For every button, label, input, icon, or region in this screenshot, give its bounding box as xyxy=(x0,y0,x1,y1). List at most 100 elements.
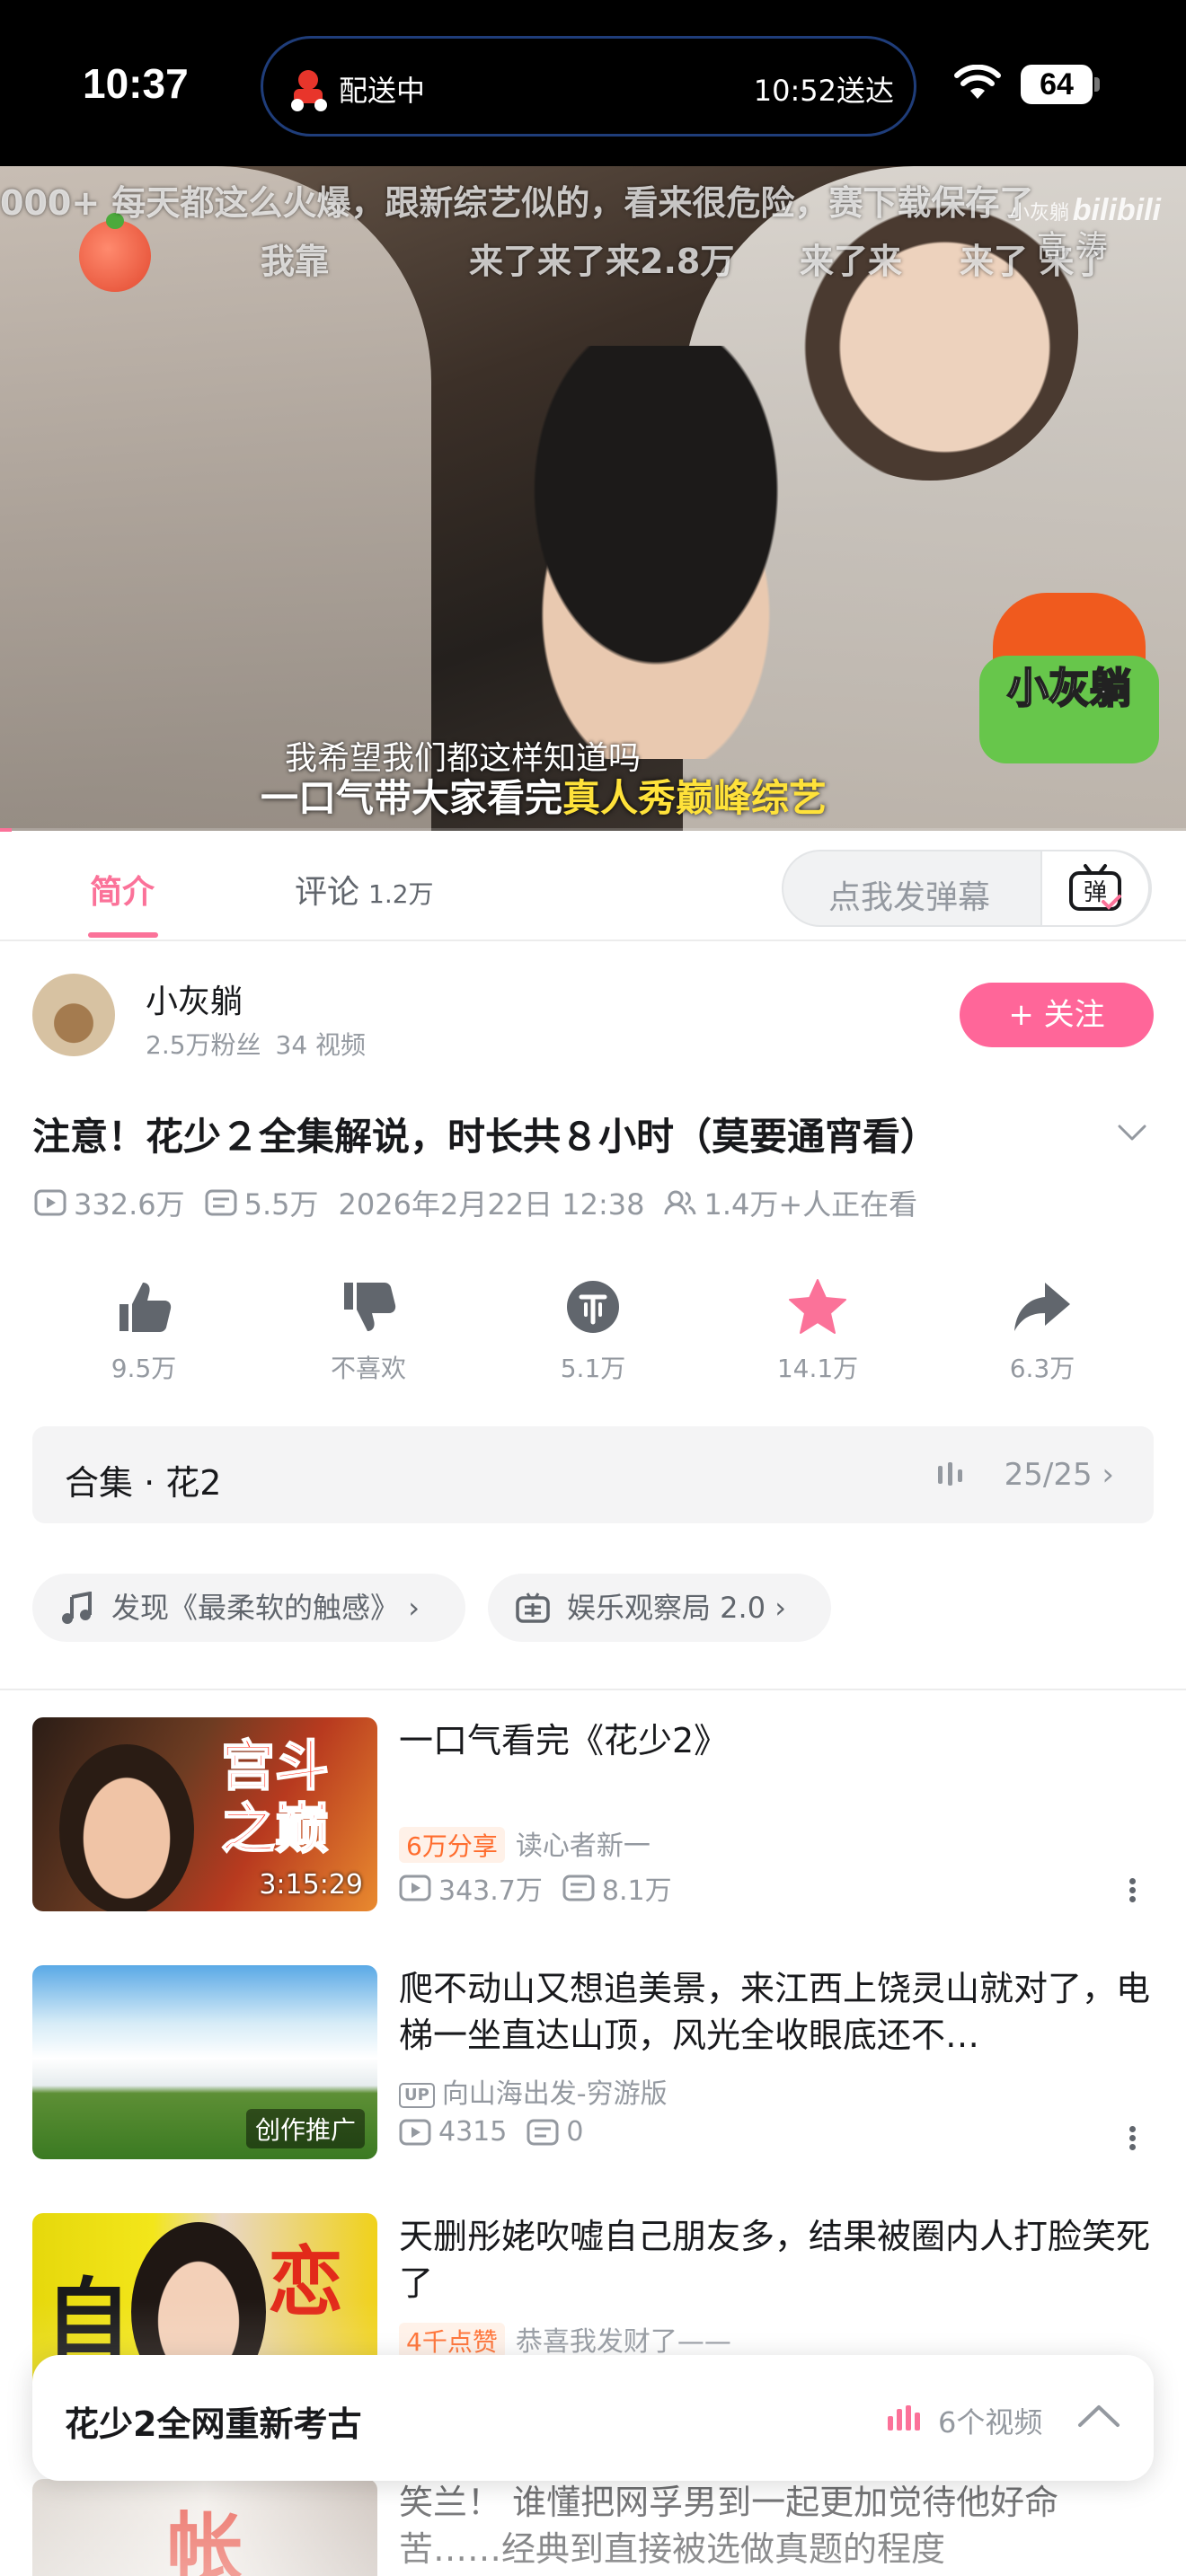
danmaku-input-placeholder: 点我发弹幕 xyxy=(828,879,991,916)
recommended-danmaku: 0 xyxy=(566,2116,584,2148)
chevron-down-icon[interactable] xyxy=(1114,1119,1150,1146)
recommended-title[interactable]: 爬不动山又想追美景，来江西上饶灵山就对了，电梯一坐直达山顶，风光全收眼底还不… xyxy=(399,1965,1154,2059)
recommended-video[interactable]: 帐 笑兰！ 谁懂把网孚男到一起更加觉待他好命苦……经典到直接被选做真题的程度 xyxy=(0,2479,1186,2576)
collection-card[interactable]: 合集 · 花2 25/25 › xyxy=(32,1426,1154,1523)
more-options-icon[interactable] xyxy=(1125,1875,1139,1911)
action-bar: 9.5万 不喜欢 5.1万 14.1万 6.3万 xyxy=(0,1275,1186,1392)
tab-comments-label: 评论 xyxy=(295,874,360,911)
share-button[interactable]: 6.3万 xyxy=(952,1275,1132,1385)
uploader-name[interactable]: 小灰躺 xyxy=(146,975,243,1022)
chevron-right-icon: › xyxy=(1102,1457,1114,1493)
playlist-float-bar[interactable]: 花少2全网重新考古 6个视频 xyxy=(32,2355,1154,2481)
uploader-avatar[interactable] xyxy=(32,974,115,1056)
video-title: 注意！花少２全集解说，时长共８小时（莫要通宵看） xyxy=(32,1115,939,1159)
favorite-button[interactable]: 14.1万 xyxy=(728,1275,907,1385)
subtitle-line-2: 一口气带大家看完真人秀巅峰综艺 xyxy=(0,768,1186,823)
recommended-stats: 343.7万 8.1万 xyxy=(399,1868,672,1908)
recommended-video[interactable]: 创作推广 爬不动山又想追美景，来江西上饶灵山就对了，电梯一坐直达山顶，风光全收眼… xyxy=(0,1965,1186,2172)
recommended-video[interactable]: 宫斗之巅 3:15:29 一口气看完《花少2》 6万分享 读心者新一 343.7万… xyxy=(0,1717,1186,1924)
battery-tip xyxy=(1094,77,1100,92)
wifi-icon xyxy=(954,65,1001,99)
like-count: 9.5万 xyxy=(111,1354,177,1383)
entertainment-chip-label: 娱乐观察局 2.0 xyxy=(567,1591,766,1625)
danmaku-count-icon xyxy=(562,1875,595,1901)
house-sticker-text: 小灰躺 xyxy=(1006,663,1132,713)
uploader-meta: 2.5万粉丝 34 视频 xyxy=(146,1026,366,1062)
share-count: 6.3万 xyxy=(1009,1354,1075,1383)
comments-count: 1.2万 xyxy=(368,879,434,909)
more-options-icon[interactable] xyxy=(1125,2123,1139,2159)
danmaku-count-icon xyxy=(205,1189,237,1216)
video-scene-person-center xyxy=(467,346,845,759)
danmaku-tv-icon: 弹 xyxy=(1069,864,1121,911)
recommended-stats: 4315 0 xyxy=(399,2116,583,2148)
recommended-author: 读心者新一 xyxy=(515,1831,651,1862)
share-badge: 6万分享 xyxy=(399,1827,505,1863)
detail-tabs: 简介 评论 1.2万 点我发弹幕 弹 xyxy=(0,832,1186,941)
video-thumbnail[interactable]: 宫斗之巅 3:15:29 xyxy=(32,1717,377,1911)
subtitle-prefix: 一口气带大家看完 xyxy=(260,776,562,820)
delivery-eta: 10:52送达 xyxy=(753,74,894,108)
recommended-plays: 343.7万 xyxy=(438,1875,543,1907)
grid-tv-icon xyxy=(516,1592,550,1623)
video-thumbnail[interactable]: 帐 xyxy=(32,2479,377,2576)
viewers-icon xyxy=(664,1190,696,1215)
dislike-button[interactable]: 不喜欢 xyxy=(279,1275,458,1385)
recommended-meta: UP 向山海出发-穷游版 xyxy=(399,2071,668,2111)
danmaku-count: 5.5万 xyxy=(243,1187,319,1222)
collection-progress: 25/25 › xyxy=(1005,1457,1114,1493)
recommended-meta: 4千点赞 恭喜我发财了—— xyxy=(399,2319,731,2359)
follow-button[interactable]: + 关注 xyxy=(960,983,1154,1047)
recommended-title[interactable]: 天删彤姥吹嘘自己朋友多，结果被圈内人打脸笑死了 xyxy=(399,2213,1154,2307)
tab-comments[interactable]: 评论 1.2万 xyxy=(295,866,434,913)
collection-title: 合集 · 花2 xyxy=(65,1463,222,1503)
danmaku-input[interactable]: 点我发弹幕 弹 xyxy=(782,850,1152,927)
like-icon xyxy=(119,1283,172,1332)
recommended-title[interactable]: 一口气看完《花少2》 xyxy=(399,1717,1154,1764)
favorite-count: 14.1万 xyxy=(776,1354,859,1383)
publish-date: 2026年2月22日 12:38 xyxy=(338,1187,645,1222)
danmaku-comment: 000+ 每天都这么火爆，跟新综艺似的，看来很危险，赛下载保存了 xyxy=(0,183,1034,223)
play-count-icon xyxy=(399,1875,431,1901)
recommended-meta: 6万分享 读心者新一 xyxy=(399,1823,651,1863)
name-watermark: 高 涛 xyxy=(1037,229,1108,265)
danmaku-comment: 来了来 xyxy=(800,242,903,281)
danmaku-toggle-button[interactable]: 弹 xyxy=(1040,850,1150,927)
coin-button[interactable]: 5.1万 xyxy=(503,1275,683,1385)
section-divider xyxy=(0,1689,1186,1690)
recommended-author: 向山海出发-穷游版 xyxy=(441,2078,668,2110)
play-count: 332.6万 xyxy=(74,1187,185,1222)
video-thumbnail[interactable]: 创作推广 xyxy=(32,1965,377,2159)
coin-icon xyxy=(567,1281,619,1333)
music-chip[interactable]: 发现《最柔软的触感》 › xyxy=(32,1574,465,1642)
recommended-title[interactable]: 笑兰！ 谁懂把网孚男到一起更加觉待他好命苦……经典到直接被选做真题的程度 xyxy=(399,2479,1154,2572)
tab-intro[interactable]: 简介 xyxy=(90,866,155,913)
uploader-fans: 2.5万粉丝 xyxy=(146,1030,261,1060)
like-button[interactable]: 9.5万 xyxy=(54,1275,234,1385)
tab-active-indicator xyxy=(88,932,158,938)
promo-tag: 创作推广 xyxy=(245,2109,365,2148)
music-note-icon xyxy=(62,1592,92,1624)
collection-progress-text: 25/25 xyxy=(1004,1457,1093,1493)
video-duration: 3:15:29 xyxy=(259,1869,363,1901)
share-icon xyxy=(1014,1283,1070,1331)
thumbnail-caption: 恋 xyxy=(268,2238,344,2326)
danmaku-count-icon xyxy=(527,2119,559,2145)
playlist-title: 花少2全网重新考古 xyxy=(65,2404,362,2444)
battery-indicator: 64 xyxy=(1021,65,1093,104)
video-stats: 332.6万 5.5万 2026年2月22日 12:38 1.4万+人正在看 xyxy=(34,1182,917,1223)
delivery-status: 配送中 xyxy=(339,74,426,108)
dislike-label: 不喜欢 xyxy=(330,1354,406,1383)
chevron-up-icon[interactable] xyxy=(1075,2400,1123,2432)
dislike-icon xyxy=(344,1283,396,1331)
watching-now: 1.4万+人正在看 xyxy=(704,1187,918,1222)
danmaku-comment: 我靠 xyxy=(261,242,330,281)
video-player[interactable]: 000+ 每天都这么火爆，跟新综艺似的，看来很危险，赛下载保存了 我靠 来了来了… xyxy=(0,166,1186,831)
status-bar: 10:37 配送中 10:52送达 64 xyxy=(0,0,1186,166)
delivery-live-activity[interactable]: 配送中 10:52送达 xyxy=(261,36,916,137)
uploader-video-count: 34 视频 xyxy=(275,1030,367,1060)
delivery-rider-icon xyxy=(291,70,327,111)
entertainment-chip[interactable]: 娱乐观察局 2.0 › xyxy=(488,1574,831,1642)
recommended-danmaku: 8.1万 xyxy=(601,1875,672,1907)
episodes-bars-icon xyxy=(938,1462,962,1486)
